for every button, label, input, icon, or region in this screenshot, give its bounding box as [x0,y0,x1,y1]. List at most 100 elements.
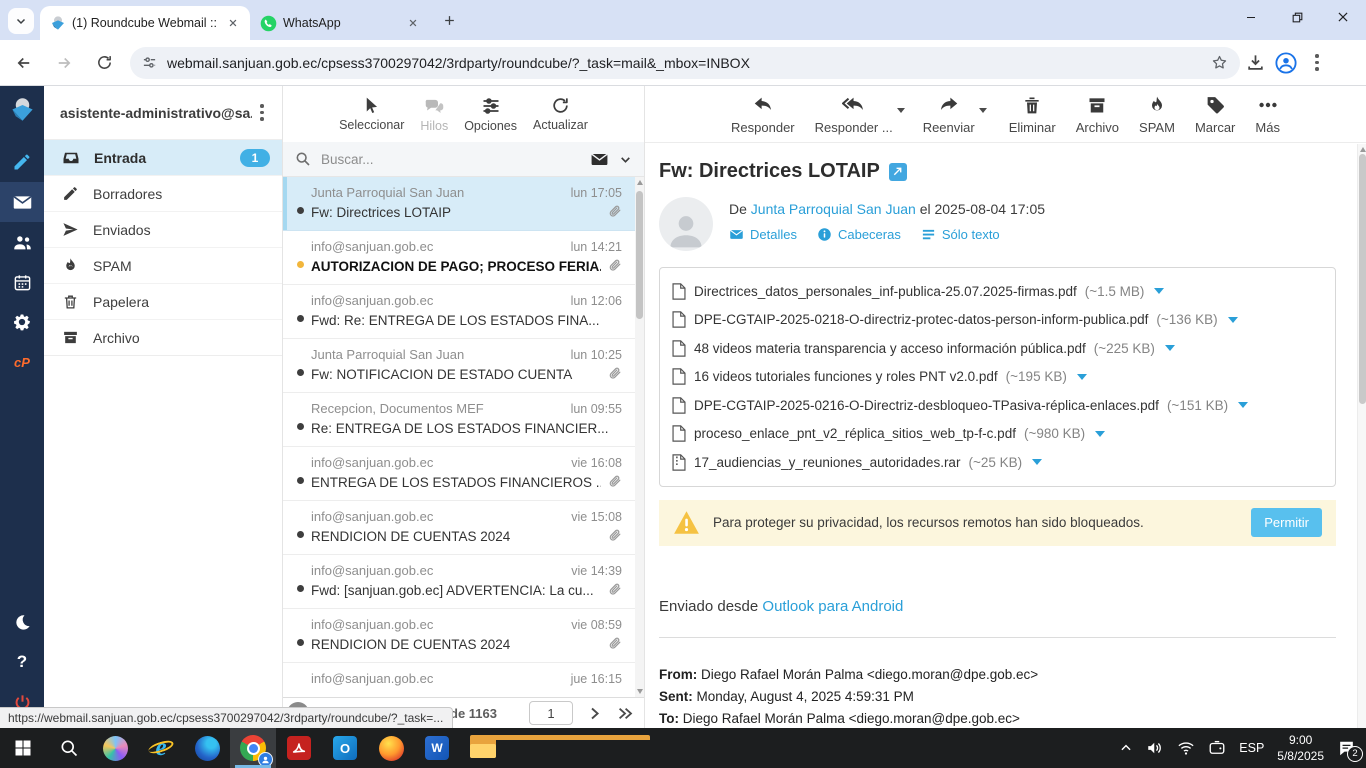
file-explorer-button[interactable] [460,728,506,768]
folder-trash[interactable]: Papelera [44,284,282,320]
more-button[interactable]: Más [1255,94,1280,135]
forward-button[interactable] [48,47,80,79]
attachment-menu-caret-icon[interactable] [1095,431,1105,437]
reply-all-dropdown-caret-icon[interactable] [897,108,905,113]
message-row[interactable]: info@sanjuan.gob.eclun 14:21 AUTORIZACIO… [283,231,644,285]
message-row[interactable]: Recepcion, Documentos MEFlun 09:55 Re: E… [283,393,644,447]
search-input[interactable] [321,152,580,167]
notification-center-button[interactable]: 2 [1337,739,1356,758]
open-in-new-window-icon[interactable] [889,163,907,181]
outlook-button[interactable]: O [322,728,368,768]
threads-button[interactable]: Hilos [420,95,448,133]
reply-button[interactable]: Responder [731,94,795,135]
folder-spam[interactable]: SPAM [44,248,282,284]
reply-all-button[interactable]: Responder ... [815,94,893,135]
sender-name-link[interactable]: Junta Parroquial San Juan [751,201,916,217]
calendar-nav-button[interactable] [0,262,44,302]
attachment-item[interactable]: proceso_enlace_pnt_v2_réplica_sitios_web… [672,420,1323,449]
folder-inbox[interactable]: Entrada 1 [44,140,282,176]
select-button[interactable]: Seleccionar [339,96,404,132]
volume-icon[interactable] [1146,739,1164,757]
message-row[interactable]: info@sanjuan.gob.eclun 12:06 Fwd: Re: EN… [283,285,644,339]
bookmark-star-icon[interactable] [1211,54,1228,71]
acrobat-button[interactable] [276,728,322,768]
window-close-button[interactable] [1320,0,1366,34]
start-button[interactable] [0,728,46,768]
downloads-icon[interactable] [1246,53,1265,72]
outlook-android-link[interactable]: Outlook para Android [762,598,903,615]
edge-button[interactable] [184,728,230,768]
list-scrollbar[interactable] [635,177,644,697]
tab-whatsapp[interactable]: WhatsApp [250,6,430,40]
forward-button-mail[interactable]: Reenviar [923,94,975,135]
message-row[interactable]: Junta Parroquial San Juanlun 17:05 Fw: D… [283,177,644,231]
window-minimize-button[interactable] [1228,0,1274,34]
search-scope-envelope-icon[interactable] [590,150,609,169]
browser-menu-icon[interactable] [1307,54,1327,71]
attachment-item[interactable]: DPE-CGTAIP-2025-0218-O-directriz-protec-… [672,306,1323,335]
attachment-item[interactable]: DPE-CGTAIP-2025-0216-O-Directriz-desbloq… [672,391,1323,420]
message-row[interactable]: info@sanjuan.gob.ecvie 14:39 Fwd: [sanju… [283,555,644,609]
attachment-item[interactable]: 17_audiencias_y_reuniones_autoridades.ra… [672,448,1323,477]
next-page-button[interactable] [587,706,602,721]
compose-button[interactable] [0,142,44,182]
account-menu-icon[interactable] [252,104,272,121]
tab-close-icon[interactable] [224,14,242,32]
mark-button[interactable]: Marcar [1195,94,1235,135]
scroll-up-arrow-icon[interactable] [1360,147,1366,152]
message-row[interactable]: Junta Parroquial San Juanlun 10:25 Fw: N… [283,339,644,393]
attachment-item[interactable]: 16 videos tutoriales funciones y roles P… [672,363,1323,392]
internet-explorer-button[interactable]: e [138,728,184,768]
spam-button[interactable]: SPAM [1139,94,1175,135]
message-scrollbar[interactable] [1357,144,1366,728]
allow-remote-content-button[interactable]: Permitir [1251,508,1322,537]
refresh-button[interactable]: Actualizar [533,96,588,132]
message-row[interactable]: info@sanjuan.gob.ecvie 16:08 ENTREGA DE … [283,447,644,501]
language-indicator[interactable]: ESP [1239,741,1264,755]
back-button[interactable] [8,47,40,79]
message-row[interactable]: info@sanjuan.gob.ecjue 16:15 [283,663,644,697]
plain-text-link[interactable]: Sólo texto [921,227,1000,242]
tab-close-icon[interactable] [404,14,422,32]
attachment-menu-caret-icon[interactable] [1165,345,1175,351]
scroll-down-arrow-icon[interactable] [637,689,643,694]
forward-dropdown-caret-icon[interactable] [979,108,987,113]
dark-mode-button[interactable] [0,602,44,642]
reload-button[interactable] [88,47,120,79]
attachment-menu-caret-icon[interactable] [1032,459,1042,465]
details-link[interactable]: Detalles [729,227,797,242]
copilot-button[interactable] [92,728,138,768]
scrollbar-thumb[interactable] [636,191,643,319]
message-row[interactable]: info@sanjuan.gob.ecvie 08:59 RENDICION D… [283,609,644,663]
message-row[interactable]: info@sanjuan.gob.ecvie 15:08 RENDICION D… [283,501,644,555]
attachment-menu-caret-icon[interactable] [1077,374,1087,380]
attachment-item[interactable]: 48 videos materia transparencia y acceso… [672,334,1323,363]
attachment-menu-caret-icon[interactable] [1228,317,1238,323]
mail-nav-button[interactable] [0,182,44,222]
scrollbar-thumb[interactable] [1359,154,1366,404]
cast-screen-icon[interactable] [1208,739,1226,757]
folder-archive[interactable]: Archivo [44,320,282,356]
clock[interactable]: 9:00 5/8/2025 [1277,732,1324,764]
archive-button[interactable]: Archivo [1076,94,1119,135]
folder-drafts[interactable]: Borradores [44,176,282,212]
tab-search-button[interactable] [8,8,34,34]
attachment-item[interactable]: Directrices_datos_personales_inf-publica… [672,277,1323,306]
tray-overflow-chevron-icon[interactable] [1119,741,1133,755]
headers-link[interactable]: Cabeceras [817,227,901,242]
firefox-button[interactable] [368,728,414,768]
options-button[interactable]: Opciones [464,96,517,133]
folder-sent[interactable]: Enviados [44,212,282,248]
cpanel-nav-button[interactable]: cP [0,342,44,382]
profile-avatar-icon[interactable] [1275,52,1297,74]
address-bar[interactable]: webmail.sanjuan.gob.ec/cpsess3700297042/… [130,47,1240,79]
contacts-nav-button[interactable] [0,222,44,262]
attachment-menu-caret-icon[interactable] [1154,288,1164,294]
chrome-button[interactable] [230,728,276,768]
page-number-input[interactable]: 1 [529,701,573,725]
tab-roundcube[interactable]: (1) Roundcube Webmail :: Entra [40,6,250,40]
window-restore-button[interactable] [1274,0,1320,34]
wifi-icon[interactable] [1177,739,1195,757]
help-button[interactable]: ? [0,642,44,682]
settings-nav-button[interactable] [0,302,44,342]
